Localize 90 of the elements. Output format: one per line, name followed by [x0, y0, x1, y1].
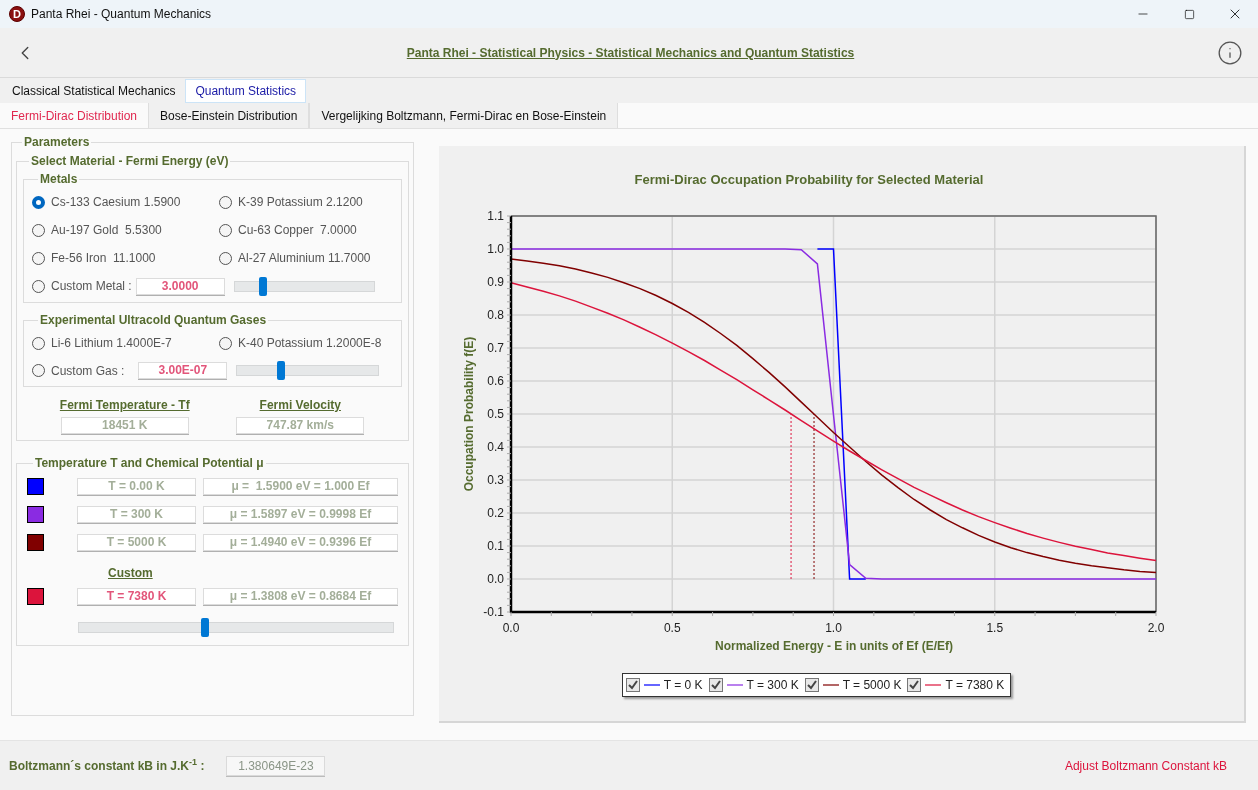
field-label: Fermi Velocity: [259, 397, 341, 414]
radio-label: Fe-56 Iron 11.1000: [51, 250, 156, 267]
check-icon: [909, 680, 920, 690]
group-title: Temperature T and Chemical Potential μ: [34, 455, 265, 472]
adjust-link[interactable]: Adjust Boltzmann Constant kB: [1064, 756, 1227, 775]
legend-line-icon: [726, 683, 743, 687]
radio-button[interactable]: [32, 336, 45, 350]
radio-button[interactable]: [32, 195, 45, 209]
legend-label: T = 5000 K: [842, 677, 902, 694]
check-icon: [710, 680, 721, 690]
legend-label: T = 7380 K: [945, 677, 1005, 694]
output-field: T = 5000 K: [77, 533, 196, 551]
legend-line-icon: [925, 683, 942, 687]
y-tick-label: 0.4: [486, 440, 504, 454]
legend-label: T = 300 K: [746, 677, 799, 694]
output-field: 18451 K: [60, 417, 189, 434]
x-tick-label: 0.0: [502, 621, 519, 635]
x-tick-label: 0.5: [663, 621, 681, 635]
radio-label: Custom Metal :: [51, 278, 132, 295]
tab[interactable]: Quantum Statistics: [185, 79, 307, 103]
legend-line-icon: [822, 683, 839, 687]
check-icon: [806, 680, 817, 690]
y-axis-title: Occupation Probability f(E): [461, 336, 476, 492]
constant-label: Boltzmann´s constant kB in J.K$^{-1}$ :: [9, 756, 205, 775]
output-field: T = 300 K: [77, 505, 196, 523]
y-tick-label: 1.0: [486, 242, 504, 256]
tab[interactable]: Vergelijking Boltzmann, Fermi-Dirac en Bose-Einstein: [309, 103, 619, 128]
radio-label: K-40 Potassium 1.2000E-8: [238, 335, 382, 352]
legend-checkbox[interactable]: [708, 678, 723, 692]
field-label: Fermi Temperature - Tf: [59, 397, 190, 414]
input-field: 3.00E-07: [138, 362, 228, 379]
legend-line-icon: [643, 683, 660, 687]
radio-button[interactable]: [32, 364, 45, 377]
section-label: Custom: [108, 565, 153, 582]
x-tick-label: 1.5: [985, 621, 1003, 635]
y-tick-label: 0.8: [486, 308, 504, 322]
radio-label: Cs-133 Caesium 1.5900: [51, 194, 181, 211]
group-title: Experimental Ultracold Quantum Gases: [39, 312, 268, 329]
group-title: Parameters: [23, 134, 91, 151]
radio-label: Cu-63 Copper 7.0000: [238, 222, 357, 239]
radio-button[interactable]: [32, 223, 45, 237]
y-tick-label: 0.2: [486, 506, 504, 520]
legend-label: T = 0 K: [663, 677, 703, 694]
page-title: Panta Rhei - Statistical Physics - Statistical Mechanics and Quantum Statistics: [406, 44, 855, 62]
legend-checkbox[interactable]: [804, 678, 819, 692]
chart-title: Fermi-Dirac Occupation Probability for Selected Material: [634, 172, 983, 187]
x-axis-title: Normalized Energy - E in units of Ef (E/Ef): [714, 639, 953, 653]
radio-label: Custom Gas :: [51, 362, 125, 380]
window-title: Panta Rhei - Quantum Mechanics: [31, 6, 212, 23]
y-tick-label: 0.9: [486, 275, 504, 289]
legend-checkbox[interactable]: [625, 678, 640, 692]
y-tick-label: 0.6: [486, 374, 504, 388]
x-tick-label: 1.0: [824, 621, 842, 635]
output-field: μ = 1.4940 eV = 0.9396 Ef: [203, 533, 398, 551]
radio-label: Li-6 Lithium 1.4000E-7: [51, 335, 172, 352]
input-field: 3.0000: [135, 277, 225, 295]
x-tick-label: 2.0: [1147, 621, 1164, 635]
check-icon: [627, 680, 638, 690]
output-field: μ = 1.3808 eV = 0.8684 Ef: [203, 587, 398, 605]
radio-button[interactable]: [32, 279, 45, 293]
group-title: Metals: [39, 171, 79, 188]
radio-label: K-39 Potassium 2.1200: [238, 194, 363, 211]
slider-thumb[interactable]: [277, 361, 286, 380]
y-tick-label: 0.7: [486, 341, 504, 355]
output-field: T = 7380 K: [77, 587, 196, 605]
slider-thumb[interactable]: [258, 276, 267, 296]
output-field: T = 0.00 K: [77, 477, 196, 495]
group-title: Select Material - Fermi Energy (eV): [30, 153, 230, 170]
legend-checkbox[interactable]: [907, 678, 922, 692]
radio-button[interactable]: [219, 336, 232, 350]
radio-label: Al-27 Aluminium 11.7000: [238, 250, 371, 267]
radio-button[interactable]: [219, 223, 232, 237]
tab[interactable]: Bose-Einstein Distribution: [148, 103, 310, 128]
y-tick-label: 1.1: [486, 209, 504, 223]
radio-button[interactable]: [219, 195, 232, 209]
output-field: μ = 1.5900 eV = 1.000 Ef: [203, 477, 398, 495]
radio-button[interactable]: [219, 251, 232, 265]
output-field: 747.87 km/s: [236, 417, 365, 434]
radio-button[interactable]: [32, 251, 45, 265]
maximize-icon: [1183, 8, 1195, 20]
app-logo-icon: D: [9, 6, 25, 22]
y-tick-label: 0.5: [486, 407, 504, 421]
y-tick-label: 0.1: [486, 539, 504, 553]
y-tick-label: 0.3: [486, 473, 504, 487]
radio-label: Au-197 Gold 5.5300: [51, 222, 162, 239]
output-field: μ = 1.5897 eV = 0.9998 Ef: [203, 505, 398, 523]
y-tick-label: 0.0: [486, 572, 504, 586]
y-tick-label: -0.1: [482, 605, 504, 619]
info-icon: [1217, 39, 1243, 66]
slider-thumb[interactable]: [200, 618, 209, 637]
